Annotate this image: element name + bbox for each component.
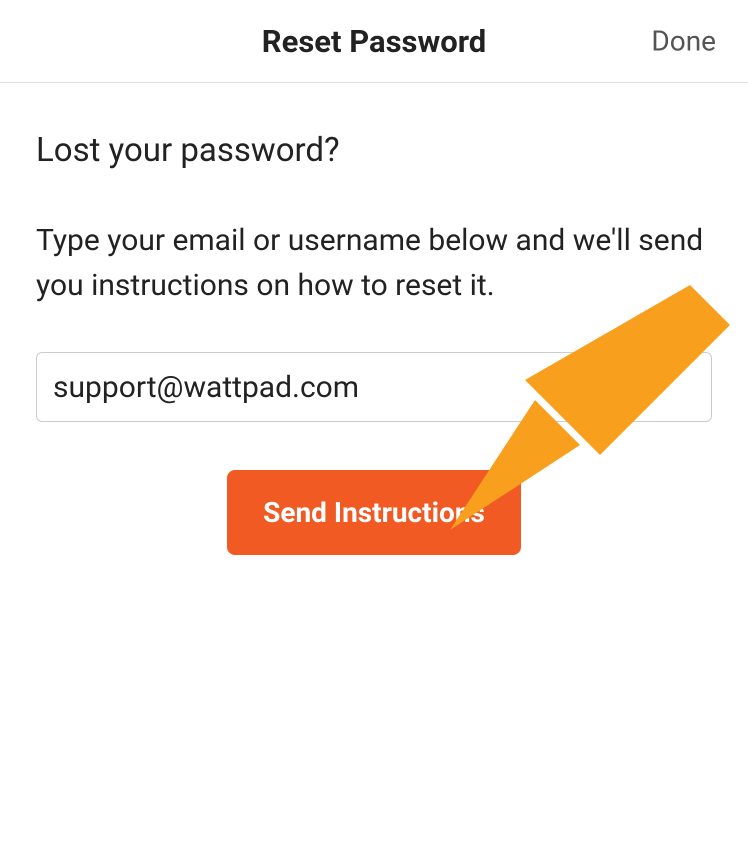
header-bar: Reset Password Done [0,0,748,83]
page-title: Reset Password [262,23,487,60]
email-field[interactable] [36,352,712,422]
instructions-text: Type your email or username below and we… [36,218,712,308]
content-area: Lost your password? Type your email or u… [0,83,748,555]
button-container: Send Instructions [36,470,712,555]
lost-password-heading: Lost your password? [36,131,712,170]
send-instructions-button[interactable]: Send Instructions [227,470,521,555]
done-button[interactable]: Done [651,25,716,58]
